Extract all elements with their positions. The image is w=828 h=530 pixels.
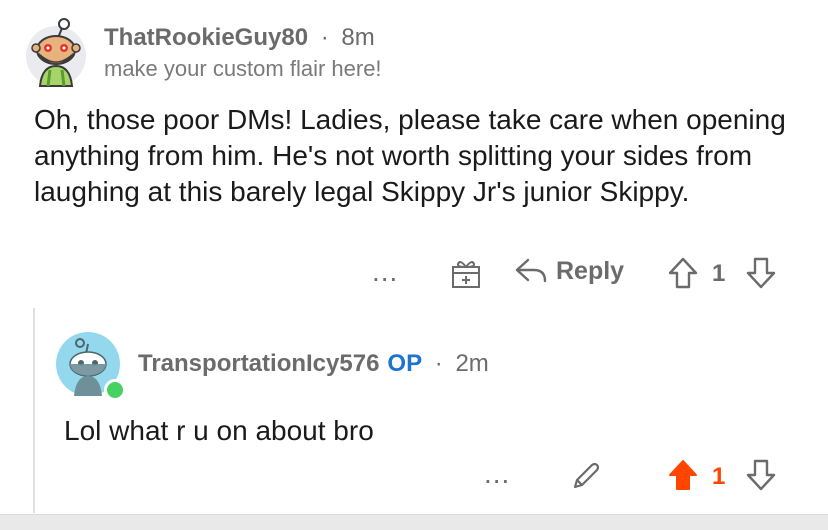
meta-separator: · xyxy=(320,24,329,51)
vote-count: 1 xyxy=(712,260,726,287)
user-flair: make your custom flair here! xyxy=(104,56,382,81)
username[interactable]: ThatRookieGuy80 xyxy=(104,24,308,51)
reply-body: Lol what r u on about bro xyxy=(64,415,374,446)
timestamp: 2m xyxy=(455,350,489,377)
downvote-button[interactable] xyxy=(744,458,778,492)
upvote-button-active[interactable] xyxy=(666,458,700,492)
more-icon: ... xyxy=(484,458,511,489)
reply-icon xyxy=(515,258,547,283)
downvote-button[interactable] xyxy=(744,256,778,290)
gift-award-icon xyxy=(452,261,480,288)
username[interactable]: TransportationIcy576 xyxy=(138,350,379,377)
op-badge: OP xyxy=(387,350,423,377)
edit-icon xyxy=(573,462,600,489)
comment-body: Oh, those poor DMs! Ladies, please take … xyxy=(34,104,786,207)
downvote-icon xyxy=(746,257,776,289)
reply-button[interactable]: Reply xyxy=(514,256,624,286)
reply-label: Reply xyxy=(556,256,625,285)
upvote-filled-icon xyxy=(669,460,697,490)
snoo-avatar-icon xyxy=(26,18,86,87)
upvote-button[interactable] xyxy=(666,256,700,290)
more-options-button[interactable]: ... xyxy=(372,256,398,288)
edit-button[interactable] xyxy=(568,460,602,494)
vote-count: 1 xyxy=(712,463,726,490)
online-status-dot xyxy=(104,379,126,401)
reply-meta: TransportationIcy576 OP · 2m xyxy=(138,350,489,378)
timestamp: 8m xyxy=(341,24,375,51)
comment-meta: ThatRookieGuy80 · 8m xyxy=(104,24,375,52)
user-avatar[interactable] xyxy=(24,12,88,88)
more-icon: ... xyxy=(372,256,399,287)
more-options-button[interactable]: ... xyxy=(484,458,510,490)
downvote-icon xyxy=(746,459,776,491)
upvote-icon xyxy=(668,257,698,289)
reply-user-avatar[interactable] xyxy=(56,332,126,401)
meta-separator: · xyxy=(434,350,443,377)
thread-line[interactable] xyxy=(33,308,35,513)
give-award-button[interactable] xyxy=(450,257,482,289)
bottom-bar xyxy=(0,514,828,530)
